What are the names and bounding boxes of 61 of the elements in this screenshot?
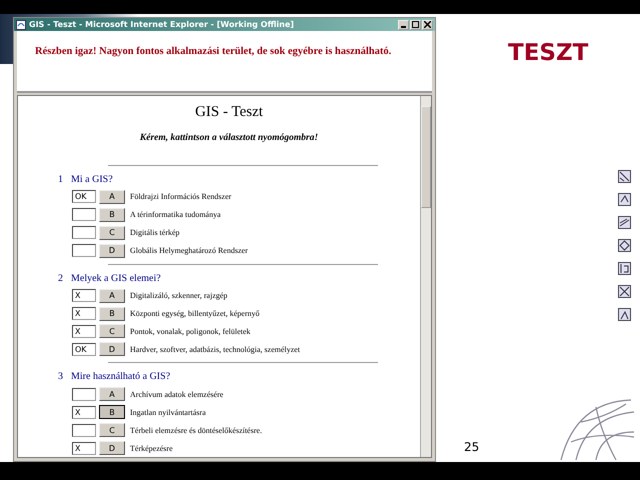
answer-text: Pontok, vonalak, poligonok, felületek	[130, 326, 250, 336]
answer-text: Digitális térkép	[130, 228, 180, 238]
answer-text: Globális Helymeghatározó Rendszer	[130, 246, 248, 256]
maximize-button[interactable]	[410, 20, 421, 30]
answer-text: Ingatlan nyilvántartásra	[130, 408, 206, 417]
question-text: Mire használható a GIS?	[71, 371, 170, 382]
navigation-icon[interactable]	[618, 193, 631, 206]
answer-text: Archívum adatok elemzésére	[130, 390, 224, 399]
question-text: Mi a GIS?	[71, 174, 113, 185]
answer-result-field[interactable]: X	[72, 406, 96, 419]
answer-button[interactable]: C	[99, 226, 125, 240]
answer-result-field[interactable]: OK	[72, 342, 96, 356]
page-number: 25	[464, 440, 480, 454]
instruction-text: Kérem, kattintson a választott nyomógombra!	[140, 133, 318, 143]
navigation-icon[interactable]	[618, 308, 631, 321]
answer-button[interactable]: B	[99, 306, 125, 321]
vertical-scrollbar[interactable]	[420, 96, 431, 457]
question-text: Melyek a GIS elemei?	[71, 272, 161, 284]
page-heading: GIS - Teszt	[195, 104, 263, 121]
answer-text: A térinformatika tudománya	[130, 210, 221, 220]
answer-result-field[interactable]	[72, 244, 96, 258]
answer-result-field[interactable]: OK	[72, 190, 96, 204]
answer-result-field[interactable]	[72, 226, 96, 240]
answer-result-field[interactable]	[72, 388, 96, 401]
slide-title: TESZT	[508, 40, 588, 66]
feedback-message: Részben igaz! Nagyon fontos alkalmazási terület, de sok egyébre is használható.	[35, 46, 392, 57]
navigation-icon[interactable]	[618, 216, 631, 229]
navigation-icon[interactable]	[618, 262, 631, 275]
answer-text: Térképezésre	[130, 444, 173, 453]
question-number: 1	[58, 174, 63, 185]
answer-button[interactable]: A	[99, 288, 125, 303]
answer-button[interactable]: A	[99, 190, 125, 204]
minimize-button[interactable]	[398, 20, 409, 30]
answer-result-field[interactable]: X	[72, 324, 96, 338]
answer-button[interactable]: C	[99, 423, 125, 438]
close-icon	[424, 21, 431, 28]
maximize-icon	[412, 21, 419, 28]
close-button[interactable]	[422, 20, 433, 30]
question-number: 2	[58, 272, 63, 284]
question-number: 3	[58, 371, 63, 382]
answer-button[interactable]: D	[99, 441, 125, 456]
answer-result-field[interactable]: X	[72, 289, 96, 302]
answer-button[interactable]: A	[99, 387, 125, 402]
answer-text: Központi egység, billentyűzet, képernyő	[130, 309, 260, 318]
answer-text: Térbeli elemzésre és döntéselőkészítésre.	[130, 426, 262, 435]
answer-text: Földrajzi Információs Rendszer	[130, 192, 232, 202]
answer-result-field[interactable]: X	[72, 442, 96, 455]
answer-result-field[interactable]	[72, 424, 96, 437]
answer-text: Digitalizáló, szkenner, rajzgép	[130, 291, 228, 300]
navigation-icon[interactable]	[618, 239, 631, 252]
answer-result-field[interactable]	[72, 208, 96, 222]
answer-button[interactable]: B	[99, 208, 125, 222]
answer-button[interactable]: D	[99, 342, 125, 356]
answer-result-field[interactable]: X	[72, 307, 96, 320]
answer-text: Hardver, szoftver, adatbázis, technológia, személyzet	[130, 344, 300, 354]
answer-button[interactable]: B	[99, 405, 125, 420]
window-title: GIS - Teszt - Microsoft Internet Explorer - [Working Offline]	[29, 20, 295, 29]
navigation-icon[interactable]	[618, 170, 631, 183]
answer-button[interactable]: C	[99, 324, 125, 338]
answer-button[interactable]: D	[99, 244, 125, 258]
navigation-icon[interactable]	[618, 285, 631, 298]
